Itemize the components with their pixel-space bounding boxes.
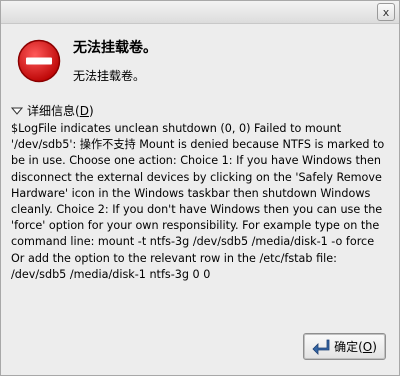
expander-triangle-icon: [11, 107, 23, 115]
dialog-subtitle: 无法挂载卷。: [73, 69, 146, 83]
dialog-window: x 无法挂载卷。 无法挂载卷。 详细信息(D) $LogFile indicat…: [0, 0, 400, 376]
details-label: 详细信息(D): [27, 104, 94, 118]
ok-button[interactable]: 确定(O): [303, 333, 386, 360]
details-text: $LogFile indicates unclean shutdown (0, …: [11, 122, 388, 281]
title-bar[interactable]: x: [1, 1, 399, 24]
dialog-title: 无法挂载卷。: [73, 40, 157, 56]
return-arrow-icon: [312, 339, 330, 355]
close-button[interactable]: x: [377, 3, 395, 21]
close-icon: x: [382, 5, 390, 19]
details-expander[interactable]: 详细信息(D): [11, 102, 94, 119]
error-stop-icon: [17, 39, 61, 83]
ok-button-label: 确定(O): [334, 340, 377, 354]
